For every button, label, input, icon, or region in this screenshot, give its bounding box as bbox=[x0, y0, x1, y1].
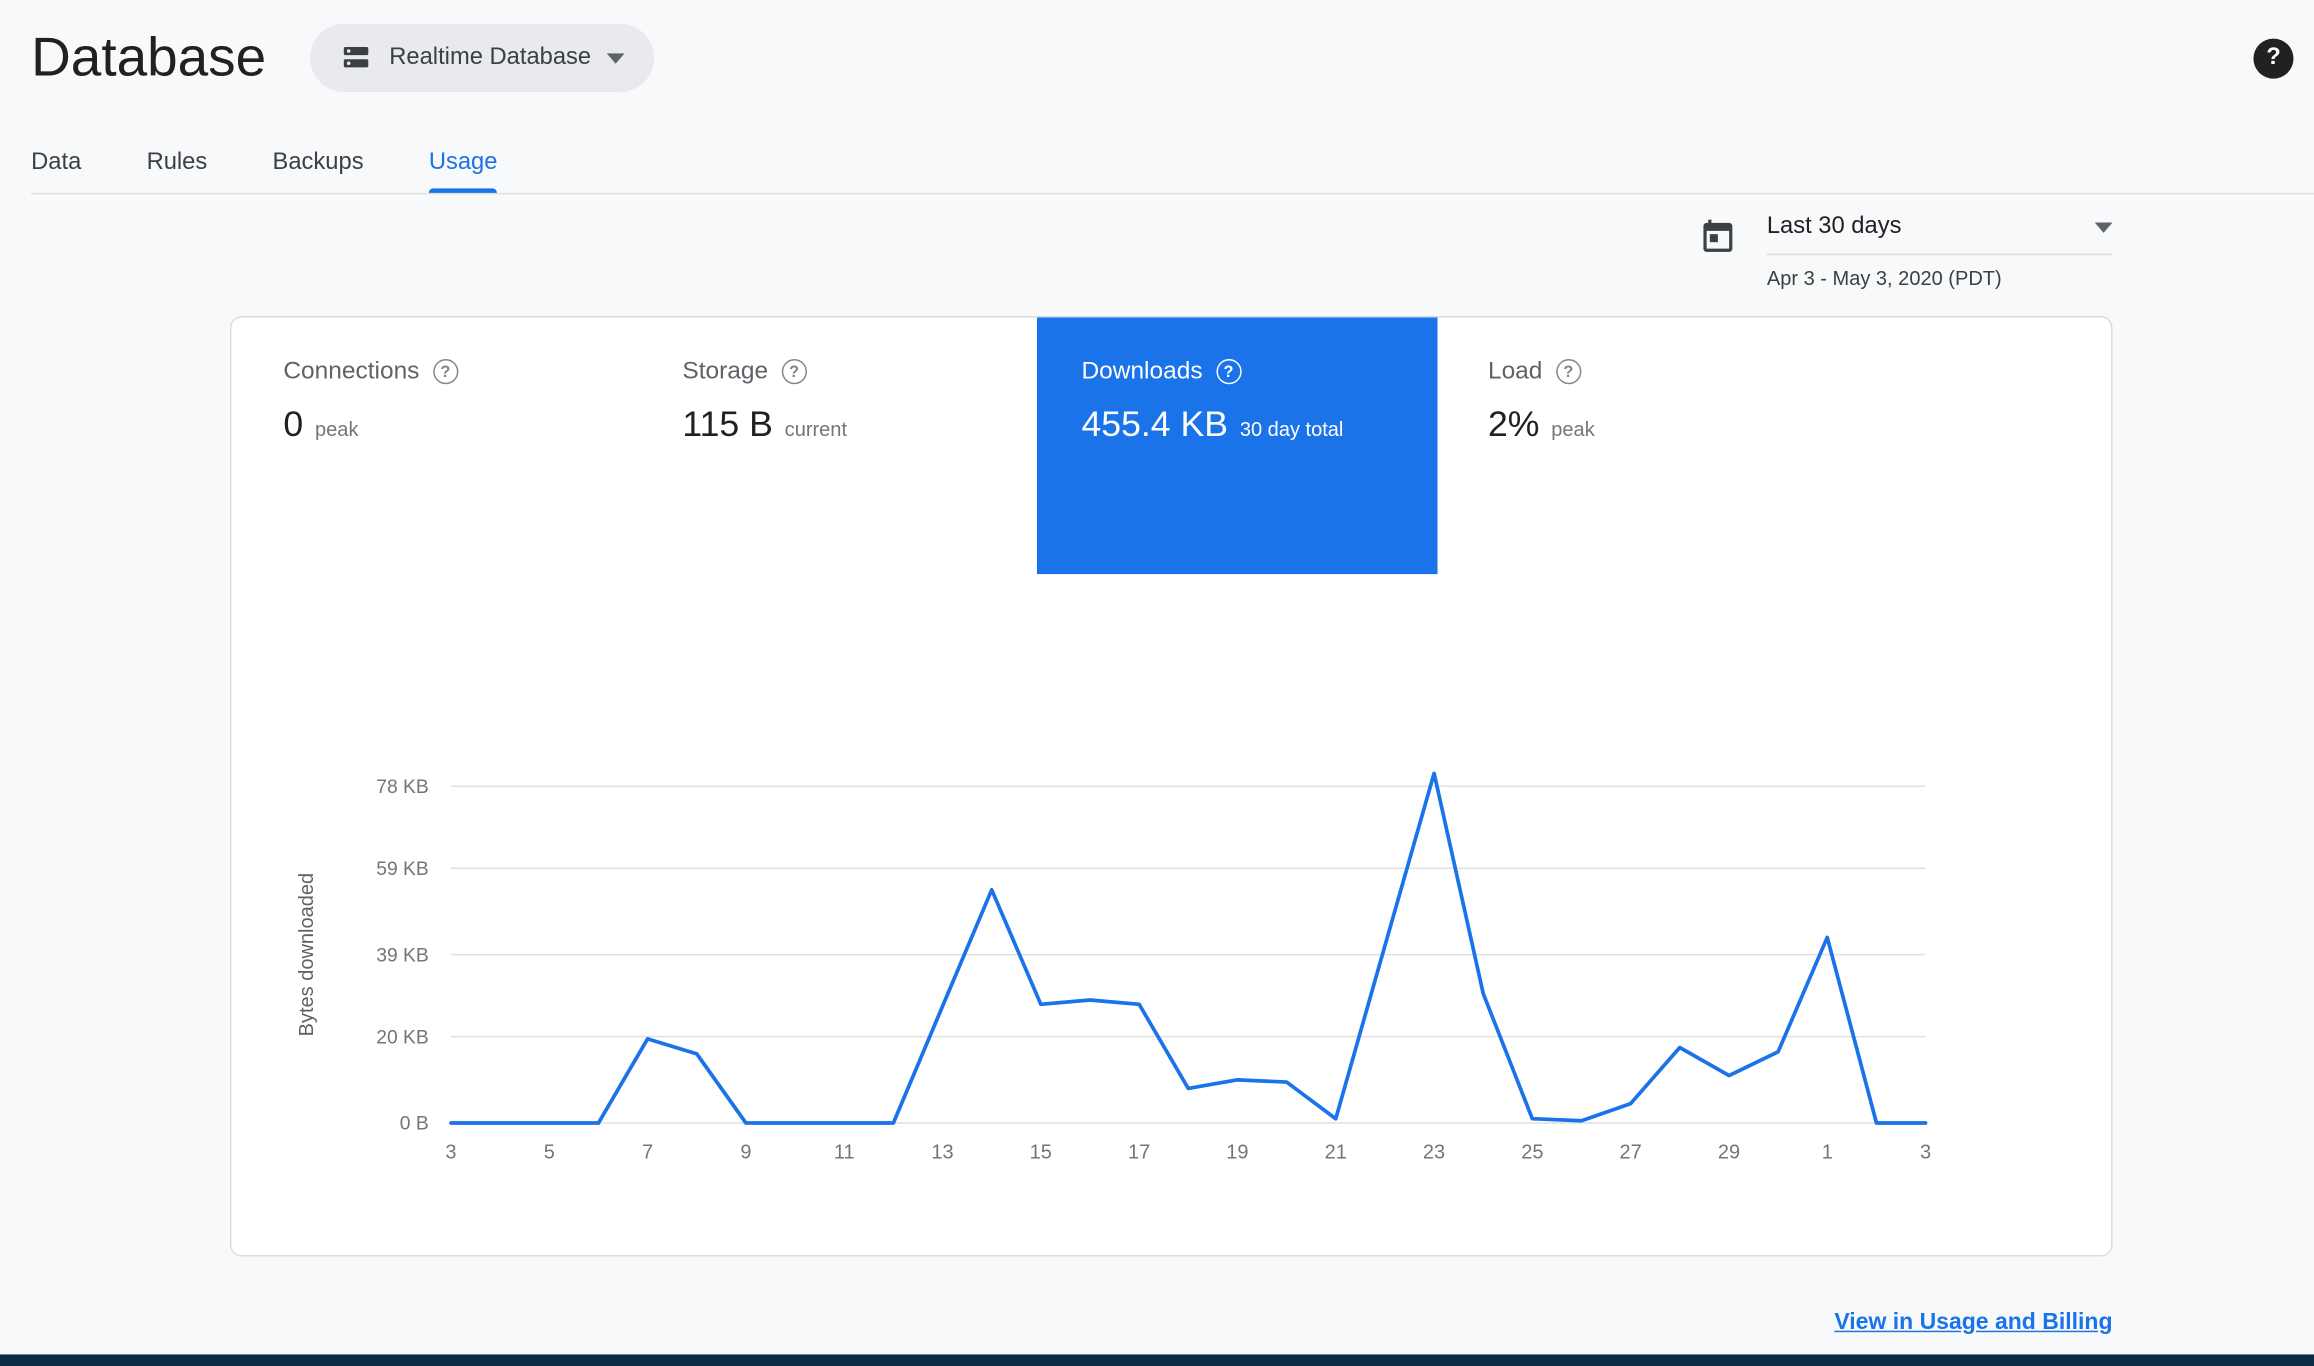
help-icon[interactable]: ? bbox=[1555, 359, 1581, 385]
svg-text:19: 19 bbox=[1226, 1142, 1248, 1164]
database-icon bbox=[340, 42, 373, 75]
svg-text:7: 7 bbox=[642, 1142, 653, 1164]
chevron-down-icon bbox=[2094, 221, 2113, 233]
svg-text:17: 17 bbox=[1128, 1142, 1150, 1164]
metric-downloads-selected[interactable]: Downloads ? 455.4 KB 30 day total bbox=[1036, 317, 1438, 575]
database-usage-page: Database Realtime Database ? Data Rules … bbox=[0, 0, 2314, 1366]
svg-text:25: 25 bbox=[1521, 1142, 1543, 1164]
svg-text:11: 11 bbox=[834, 1142, 855, 1164]
svg-text:29: 29 bbox=[1718, 1142, 1740, 1164]
svg-text:0 B: 0 B bbox=[400, 1114, 429, 1135]
topbar: Database Realtime Database ? bbox=[0, 0, 2314, 98]
svg-text:1: 1 bbox=[1822, 1142, 1833, 1164]
svg-text:3: 3 bbox=[445, 1142, 456, 1164]
tab-data[interactable]: Data bbox=[31, 132, 81, 193]
downloads-line-chart: 0 B 20 KB 39 KB 59 KB 78 KB 3 5 7 9 11 13 15 17 19 21 2… bbox=[231, 730, 2111, 1182]
calendar-icon bbox=[1699, 218, 1738, 257]
metric-load[interactable]: Load ? 2% peak bbox=[1438, 317, 1595, 574]
usage-card: Connections ? 0 peak Storage ? 115 B cur… bbox=[229, 315, 2113, 1257]
svg-text:23: 23 bbox=[1423, 1142, 1445, 1164]
help-icon[interactable]: ? bbox=[2253, 37, 2294, 78]
view-usage-billing-link[interactable]: View in Usage and Billing bbox=[1834, 1310, 2112, 1337]
metric-label: Downloads bbox=[1081, 357, 1203, 385]
metric-value: 2% bbox=[1487, 404, 1540, 446]
help-icon[interactable]: ? bbox=[432, 359, 459, 385]
svg-text:78 KB: 78 KB bbox=[376, 777, 428, 798]
date-range-picker[interactable]: Last 30 days Apr 3 - May 3, 2020 (PDT) bbox=[1699, 213, 2113, 290]
tab-usage[interactable]: Usage bbox=[428, 132, 498, 193]
svg-text:13: 13 bbox=[931, 1142, 953, 1164]
metric-caption: current bbox=[784, 418, 848, 441]
metric-tabs: Connections ? 0 peak Storage ? 115 B cur… bbox=[231, 317, 2111, 575]
metric-value: 455.4 KB bbox=[1081, 404, 1228, 446]
metric-caption: peak bbox=[1551, 418, 1595, 441]
metric-label: Storage bbox=[682, 357, 769, 385]
svg-text:27: 27 bbox=[1620, 1142, 1642, 1164]
metric-label: Connections bbox=[283, 357, 420, 385]
database-selector-label: Realtime Database bbox=[389, 44, 592, 70]
metric-value: 115 B bbox=[682, 404, 773, 446]
metric-connections[interactable]: Connections ? 0 peak bbox=[283, 317, 682, 574]
svg-text:20 KB: 20 KB bbox=[376, 1027, 428, 1048]
svg-text:9: 9 bbox=[740, 1142, 751, 1164]
date-range-select[interactable]: Last 30 days bbox=[1766, 213, 2113, 256]
svg-text:3: 3 bbox=[1920, 1142, 1931, 1164]
metric-label: Load bbox=[1487, 357, 1543, 385]
svg-text:59 KB: 59 KB bbox=[376, 859, 428, 880]
help-icon[interactable]: ? bbox=[1215, 359, 1242, 385]
chart-svg: 0 B20 KB39 KB59 KB78 KB3 5 7 9 11 13 15 17 19 21 2… bbox=[296, 771, 1931, 1164]
footer-row: View in Usage and Billing bbox=[0, 1310, 2112, 1337]
date-range-preset: Last 30 days bbox=[1766, 213, 1902, 239]
metric-storage[interactable]: Storage ? 115 B current bbox=[682, 317, 1037, 574]
svg-text:5: 5 bbox=[544, 1142, 555, 1164]
date-range-row: Last 30 days Apr 3 - May 3, 2020 (PDT) bbox=[0, 213, 2113, 290]
metric-caption: 30 day total bbox=[1239, 418, 1344, 441]
metric-value: 0 bbox=[283, 404, 304, 446]
bottom-bar bbox=[0, 1354, 2314, 1366]
database-selector[interactable]: Realtime Database bbox=[310, 23, 655, 92]
svg-text:21: 21 bbox=[1325, 1142, 1347, 1164]
svg-text:39 KB: 39 KB bbox=[376, 945, 428, 966]
svg-text:Bytes downloaded: Bytes downloaded bbox=[296, 873, 318, 1037]
metric-caption: peak bbox=[315, 418, 359, 441]
date-range-detail: Apr 3 - May 3, 2020 (PDT) bbox=[1766, 267, 2002, 290]
date-range-values: Last 30 days Apr 3 - May 3, 2020 (PDT) bbox=[1766, 213, 2113, 290]
tab-backups[interactable]: Backups bbox=[273, 132, 364, 193]
page-title: Database bbox=[31, 26, 267, 88]
chevron-down-icon bbox=[607, 52, 626, 64]
tab-bar: Data Rules Backups Usage bbox=[31, 134, 2314, 195]
help-icon[interactable]: ? bbox=[781, 359, 807, 385]
svg-text:15: 15 bbox=[1030, 1142, 1052, 1164]
tab-rules[interactable]: Rules bbox=[147, 132, 208, 193]
